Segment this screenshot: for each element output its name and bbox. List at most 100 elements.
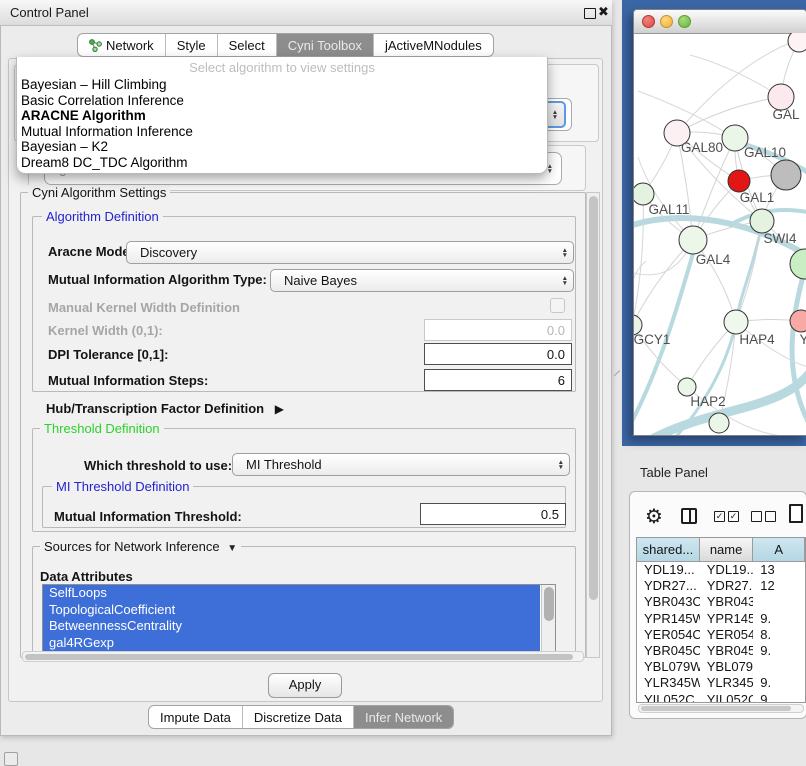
stepper-icon: ▲▼ [557, 276, 573, 286]
kernel-width-field[interactable]: 0.0 [424, 319, 572, 341]
tab-style[interactable]: Style [165, 34, 217, 56]
tab-select[interactable]: Select [217, 34, 276, 56]
node-HAP4[interactable] [724, 310, 748, 334]
panel-title: Control Panel [10, 5, 89, 20]
apply-button[interactable]: Apply [268, 673, 342, 698]
tab-network[interactable]: Network [78, 34, 165, 56]
which-threshold-select[interactable]: MI Threshold ▲▼ [232, 453, 570, 476]
dropdown-item-mutual-information-inference[interactable]: Mutual Information Inference [17, 124, 547, 140]
aracne-mode-select[interactable]: Discovery ▲▼ [126, 241, 574, 264]
settings-hscrollbar-thumb[interactable] [25, 654, 573, 660]
manual-kernel-width-checkbox[interactable] [550, 298, 565, 313]
dropdown-item-basic-correlation-inference[interactable]: Basic Correlation Inference [17, 93, 547, 109]
dropdown-item-aracne-algorithm[interactable]: ARACNE Algorithm [17, 108, 547, 124]
attribute-item[interactable]: SelfLoops [43, 585, 540, 602]
collapse-arrow-icon: ▼ [227, 543, 237, 554]
network-node-labels: GALGAL80GAL10GAL1GAL11SWI4GAL4GCY1HAP4YH… [634, 107, 806, 409]
dropdown-item-bayesian-hill-climbing[interactable]: Bayesian – Hill Climbing [17, 77, 547, 93]
attributes-scrollbar-thumb[interactable] [544, 587, 554, 621]
column-header-a[interactable]: A [753, 538, 805, 561]
float-window-icon[interactable] [584, 8, 596, 19]
table-row[interactable]: YER054CYER054C8. [637, 627, 805, 643]
dpi-tolerance-field[interactable]: 0.0 [424, 343, 572, 365]
minimize-window-button[interactable] [660, 15, 673, 28]
expand-arrow-icon: ▶ [275, 402, 284, 416]
node-label-HAP2: HAP2 [690, 394, 725, 409]
mi-threshold-field[interactable]: 0.5 [420, 503, 566, 525]
node-GAL1[interactable] [750, 209, 774, 233]
node-gray[interactable] [771, 160, 801, 190]
mi-steps-field[interactable]: 6 [424, 369, 572, 391]
edge-gal11-gcy1[interactable] [634, 194, 643, 325]
dpi-tolerance-label: DPI Tolerance [0,1]: [48, 347, 168, 362]
zoom-window-button[interactable] [678, 15, 691, 28]
node-label-GAL1: GAL1 [740, 190, 775, 205]
node-n-bot[interactable] [709, 413, 729, 433]
select-all-icon[interactable]: ✓✓ [714, 511, 742, 526]
threshold-definition-title: Threshold Definition [40, 421, 164, 436]
node-label-HAP4: HAP4 [739, 332, 775, 347]
stepper-icon: ▲▼ [557, 248, 573, 258]
column-header-name[interactable]: name [700, 538, 753, 561]
attribute-item[interactable]: TopologicalCoefficient [43, 602, 540, 619]
table-row[interactable]: YBL079WYBL079W [637, 659, 805, 675]
node-label-GAL10: GAL10 [744, 145, 786, 160]
data-attributes-list[interactable]: SelfLoopsTopologicalCoefficientBetweenne… [42, 584, 556, 652]
control-panel-tabs: NetworkStyleSelectCyni ToolboxjActiveMNo… [77, 33, 494, 57]
subtab-infer-network[interactable]: Infer Network [353, 706, 453, 728]
control-panel-titlebar: Control Panel [0, 0, 612, 26]
page-icon[interactable] [789, 504, 803, 523]
network-view-window: GALGAL80GAL10GAL1GAL11SWI4GAL4GCY1HAP4YH… [633, 9, 806, 436]
network-icon [89, 39, 102, 52]
gear-icon[interactable]: ⚙ [645, 504, 663, 529]
table-panel-title: Table Panel [640, 465, 708, 480]
table-hscrollbar[interactable] [638, 704, 804, 713]
node-table: shared...nameA YDL19...YDL19...13YDR27..… [636, 537, 806, 703]
table-row[interactable]: YDL19...YDL19...13 [637, 562, 805, 578]
table-row[interactable]: YIL052CYIL052C9 [637, 692, 805, 704]
node-SWI4[interactable] [790, 249, 806, 279]
node-red[interactable] [728, 170, 750, 192]
dropdown-item-bayesian-k2[interactable]: Bayesian – K2 [17, 139, 547, 155]
table-row[interactable]: YBR045CYBR045C9. [637, 643, 805, 659]
node-label-GCY1: GCY1 [634, 332, 670, 347]
cyni-toolbox-subtabs: Impute DataDiscretize DataInfer Network [148, 705, 454, 729]
close-panel-icon[interactable]: ✖ [598, 4, 609, 20]
mi-algorithm-type-select[interactable]: Naive Bayes ▲▼ [270, 269, 574, 292]
attribute-item[interactable]: BetweennessCentrality [43, 618, 540, 635]
settings-hscrollbar[interactable] [22, 651, 584, 662]
subtab-impute-data[interactable]: Impute Data [149, 706, 242, 728]
mi-threshold-label: Mutual Information Threshold: [54, 509, 242, 524]
dropdown-placeholder: Select algorithm to view settings [17, 57, 547, 77]
unselect-all-icon[interactable] [751, 511, 779, 526]
node-label-Y: Y [799, 332, 806, 347]
dropdown-item-dream8-dc-tdc-algorithm[interactable]: Dream8 DC_TDC Algorithm [17, 155, 547, 171]
table-row[interactable]: YLR345WYLR345W9. [637, 675, 805, 691]
table-row[interactable]: YPR145WYPR145W9. [637, 611, 805, 627]
aracne-mode-label: Aracne Mode: [48, 244, 134, 259]
attribute-item[interactable]: gal4RGexp [43, 635, 540, 652]
network-window-titlebar[interactable] [634, 10, 806, 34]
hub-definition-label[interactable]: Hub/Transcription Factor Definition ▶ [46, 401, 284, 416]
close-window-button[interactable] [642, 15, 655, 28]
dock-panel-icon[interactable] [4, 752, 18, 766]
subtab-discretize-data[interactable]: Discretize Data [242, 706, 353, 728]
node-n-top[interactable] [788, 33, 806, 52]
table-row[interactable]: YDR27...YDR27...12 [637, 578, 805, 594]
tab-jactivemnodules[interactable]: jActiveMNodules [373, 34, 493, 56]
settings-scrollbar[interactable] [586, 192, 600, 658]
data-attributes-label: Data Attributes [40, 569, 133, 584]
table-body: YDL19...YDL19...13YDR27...YDR27...12YBR0… [637, 562, 805, 703]
column-header-shared[interactable]: shared... [637, 538, 700, 561]
table-hscrollbar-thumb[interactable] [641, 706, 791, 711]
tab-cyni-toolbox[interactable]: Cyni Toolbox [276, 34, 373, 56]
mi-threshold-title: MI Threshold Definition [52, 479, 193, 494]
columns-icon[interactable] [681, 508, 697, 524]
node-GAL4[interactable] [679, 226, 707, 254]
sources-title[interactable]: Sources for Network Inference ▼ [40, 539, 241, 554]
table-row[interactable]: YBR043CYBR043C [637, 594, 805, 610]
network-canvas[interactable]: GALGAL80GAL10GAL1GAL11SWI4GAL4GCY1HAP4YH… [634, 33, 806, 435]
settings-scrollbar-thumb[interactable] [589, 196, 598, 600]
node-label-GAL: GAL [772, 107, 800, 122]
attributes-scrollbar[interactable] [541, 585, 555, 651]
